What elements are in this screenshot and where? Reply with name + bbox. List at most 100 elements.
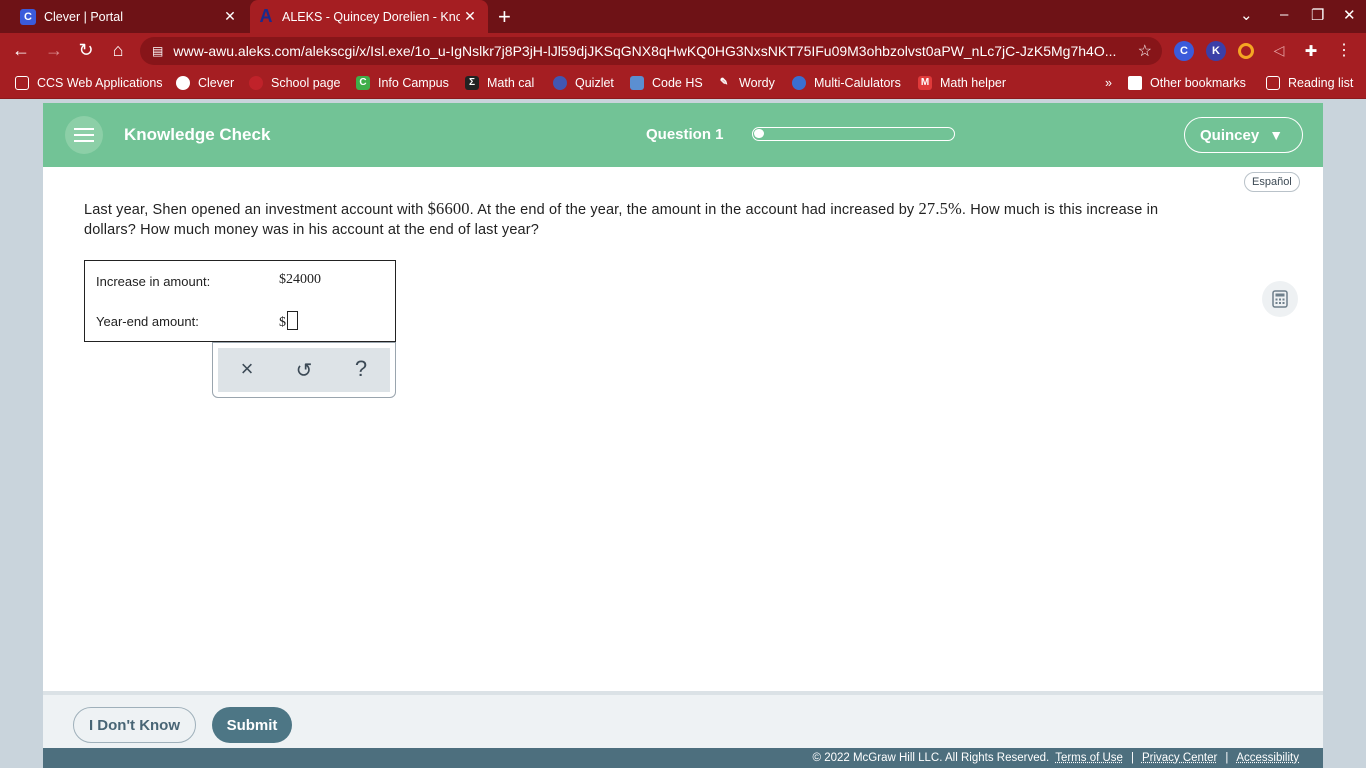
bookmark-school-page[interactable]: School page: [249, 76, 341, 90]
bookmark-ccs-web-applications[interactable]: CCS Web Applications: [15, 76, 163, 90]
kami-extension-icon[interactable]: K: [1206, 41, 1226, 61]
infinite-campus-icon: C: [356, 76, 370, 90]
dollar-sign: $: [279, 315, 286, 330]
clear-icon[interactable]: ×: [232, 356, 262, 382]
back-icon[interactable]: ←: [10, 40, 32, 61]
forward-icon[interactable]: →: [43, 40, 65, 61]
hamburger-menu-icon[interactable]: [65, 116, 103, 154]
answer-tools: × ↺ ?: [212, 342, 396, 398]
privacy-center-link[interactable]: Privacy Center: [1142, 752, 1217, 764]
undo-icon[interactable]: ↺: [289, 358, 319, 383]
minimize-icon[interactable]: –: [1280, 6, 1288, 23]
copyright-bar: © 2022 McGraw Hill LLC. All Rights Reser…: [43, 748, 1323, 768]
reload-icon[interactable]: ↻: [75, 40, 97, 61]
separator: |: [1130, 752, 1134, 764]
bookmark-math-cal[interactable]: Σ Math cal: [465, 76, 534, 90]
more-bookmarks-icon[interactable]: »: [1105, 76, 1112, 90]
user-menu-button[interactable]: Quincey ▼: [1184, 117, 1303, 153]
bookmark-label: Other bookmarks: [1150, 76, 1246, 90]
tab-aleks[interactable]: A ALEKS - Quincey Dorelien - Know ✕: [250, 0, 488, 33]
browser-toolbar: ← → ↻ ⌂ ▤ www-awu.aleks.com/alekscgi/x/I…: [0, 33, 1366, 69]
help-icon[interactable]: ?: [346, 356, 376, 382]
bookmark-math-helper[interactable]: M Math helper: [918, 76, 1006, 90]
bookmark-clever[interactable]: Clever: [176, 76, 234, 90]
calculator-icon[interactable]: [1262, 281, 1298, 317]
bookmark-star-icon[interactable]: ☆: [1138, 41, 1152, 61]
action-bar: I Don't Know Submit: [43, 691, 1323, 748]
bookmark-label: Multi-Calulators: [814, 76, 901, 90]
restore-icon[interactable]: ❐: [1311, 6, 1324, 24]
clever-extension-icon[interactable]: C: [1174, 41, 1194, 61]
increase-amount-input[interactable]: $24000: [279, 272, 321, 288]
question-amount: $6600: [427, 199, 470, 218]
bookmark-multi-calculators[interactable]: Multi-Calulators: [792, 76, 901, 90]
extensions-puzzle-icon[interactable]: ✚: [1300, 42, 1322, 60]
address-bar[interactable]: ▤ www-awu.aleks.com/alekscgi/x/Isl.exe/1…: [140, 37, 1162, 65]
bookmark-label: Reading list: [1288, 76, 1354, 90]
reading-list-button[interactable]: Reading list: [1266, 76, 1353, 90]
new-tab-icon[interactable]: +: [498, 4, 511, 30]
browser-tab-strip: C Clever | Portal ✕ A ALEKS - Quincey Do…: [0, 0, 1366, 33]
user-name: Quincey: [1200, 126, 1260, 144]
yearend-label: Year-end amount:: [96, 314, 199, 329]
bookmark-quizlet[interactable]: Quizlet: [553, 76, 614, 90]
separator: |: [1225, 752, 1229, 764]
question-number: Question 1: [646, 126, 724, 143]
language-toggle-button[interactable]: Español: [1244, 172, 1300, 192]
bookmark-other-bookmarks[interactable]: Other bookmarks: [1128, 76, 1246, 90]
clever-favicon-icon: C: [20, 8, 36, 25]
progress-bar: [752, 127, 955, 141]
sigma-icon: Σ: [465, 76, 479, 90]
increase-label: Increase in amount:: [96, 274, 211, 289]
reading-list-icon: [1266, 76, 1280, 90]
bookmark-code-hs[interactable]: Code HS: [630, 76, 703, 90]
bookmark-label: Wordy: [739, 76, 775, 90]
bookmark-label: Math cal: [487, 76, 535, 90]
tab-title: Clever | Portal: [44, 9, 123, 24]
bookmark-label: Clever: [198, 76, 235, 90]
copyright-text: © 2022 McGraw Hill LLC. All Rights Reser…: [812, 752, 1050, 764]
tab-title: ALEKS - Quincey Dorelien - Know: [282, 9, 460, 24]
tab-clever-portal[interactable]: C Clever | Portal ✕: [0, 0, 248, 33]
answer-tools-panel: × ↺ ?: [218, 348, 390, 392]
url-text: www-awu.aleks.com/alekscgi/x/Isl.exe/1o_…: [173, 43, 1117, 59]
color-extension-icon[interactable]: [1238, 43, 1254, 59]
bookmark-label: Quizlet: [575, 76, 614, 90]
pencil-icon: ✎: [719, 77, 729, 88]
terms-of-use-link[interactable]: Terms of Use: [1055, 752, 1123, 764]
answer-table: Increase in amount: $24000 Year-end amou…: [84, 260, 396, 342]
question-text-part: . At the end of the year, the amount in …: [469, 202, 919, 218]
home-icon[interactable]: ⌂: [107, 40, 129, 61]
browser-menu-icon[interactable]: ⋮: [1333, 40, 1355, 60]
tab-search-icon[interactable]: ⌄: [1240, 6, 1253, 24]
bookmark-info-campus[interactable]: C Info Campus: [356, 76, 449, 90]
i-dont-know-button[interactable]: I Don't Know: [73, 707, 196, 743]
aleks-favicon-icon: A: [259, 6, 273, 26]
school-logo-icon: [249, 76, 263, 90]
monitor-icon: [630, 76, 644, 90]
chevron-down-icon: ▼: [1269, 127, 1284, 143]
mute-extension-icon[interactable]: ◁: [1268, 42, 1290, 59]
page-title: Knowledge Check: [124, 125, 271, 144]
site-info-icon[interactable]: ▤: [152, 44, 163, 58]
globe-icon: [176, 76, 190, 90]
bookmark-label: CCS Web Applications: [37, 76, 163, 90]
accessibility-link[interactable]: Accessibility: [1236, 752, 1299, 764]
question-text: Last year, Shen opened an investment acc…: [84, 199, 1184, 240]
yearend-amount-field[interactable]: $: [279, 311, 298, 331]
yearend-amount-input[interactable]: [287, 311, 298, 330]
aleks-app: Knowledge Check Question 1 Quincey ▼ Esp…: [43, 103, 1323, 768]
submit-button[interactable]: Submit: [212, 707, 292, 743]
close-window-icon[interactable]: ✕: [1343, 6, 1356, 24]
folder-icon: [1128, 76, 1142, 90]
close-tab-icon[interactable]: ✕: [220, 8, 240, 25]
question-text-part: Last year, Shen opened an investment acc…: [84, 202, 428, 218]
progress-fill: [754, 129, 764, 138]
bookmark-label: Code HS: [652, 76, 703, 90]
bookmark-label: Math helper: [940, 76, 1007, 90]
calculator-site-icon: [792, 76, 806, 90]
bookmark-wordy[interactable]: ✎ Wordy: [717, 76, 775, 90]
close-tab-icon[interactable]: ✕: [460, 8, 480, 25]
bookmark-label: Info Campus: [378, 76, 449, 90]
app-header: Knowledge Check Question 1 Quincey ▼: [43, 103, 1323, 167]
